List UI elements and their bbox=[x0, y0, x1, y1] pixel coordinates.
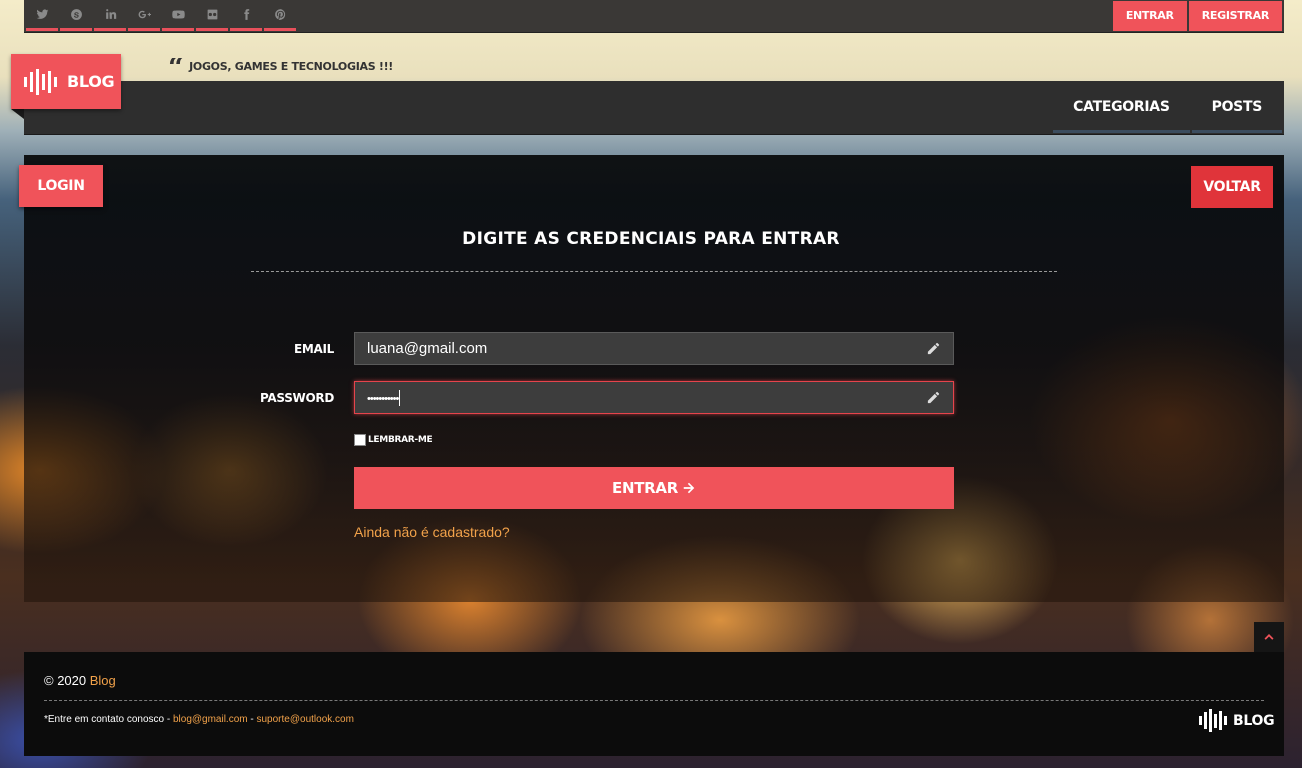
entrar-submit-button[interactable]: ENTRAR bbox=[354, 467, 954, 509]
email-label: EMAIL bbox=[293, 342, 334, 356]
contact-email-suporte[interactable]: suporte@outlook.com bbox=[257, 714, 354, 725]
email-field[interactable]: luana@gmail.com bbox=[354, 332, 954, 365]
flickr-icon[interactable] bbox=[196, 0, 228, 31]
pinterest-icon[interactable] bbox=[264, 0, 296, 31]
copyright-text: © 2020 bbox=[44, 673, 87, 688]
brand-logo[interactable]: BLOG bbox=[11, 54, 121, 109]
main-nav: CATEGORIAS POSTS bbox=[24, 81, 1284, 135]
login-panel bbox=[24, 155, 1284, 602]
soundwave-icon bbox=[24, 68, 57, 95]
footer-divider bbox=[44, 700, 1264, 701]
tagline: “ JOGOS, GAMES E TECNOLOGIAS !!! bbox=[168, 58, 393, 74]
facebook-icon[interactable] bbox=[230, 0, 262, 31]
entrar-top-button[interactable]: ENTRAR bbox=[1112, 1, 1187, 31]
submit-label: ENTRAR bbox=[612, 479, 678, 497]
contact-separator: - bbox=[250, 714, 254, 725]
linkedin-icon[interactable] bbox=[94, 0, 126, 31]
top-bar: ENTRAR REGISTRAR bbox=[24, 0, 1284, 33]
pencil-icon bbox=[926, 341, 941, 356]
logo-text: BLOG bbox=[67, 72, 115, 91]
chevron-up-icon bbox=[1264, 634, 1274, 640]
twitter-icon[interactable] bbox=[26, 0, 58, 31]
scroll-top-button[interactable] bbox=[1254, 622, 1284, 652]
copyright: © 2020 Blog bbox=[44, 673, 116, 688]
nav-posts[interactable]: POSTS bbox=[1191, 81, 1282, 133]
tagline-text: JOGOS, GAMES E TECNOLOGIAS !!! bbox=[189, 59, 394, 73]
nav-categorias[interactable]: CATEGORIAS bbox=[1053, 81, 1190, 133]
youtube-icon[interactable] bbox=[162, 0, 194, 31]
password-field[interactable]: ••••••••••• bbox=[354, 381, 954, 414]
password-label: PASSWORD bbox=[260, 391, 334, 405]
registrar-button[interactable]: REGISTRAR bbox=[1188, 1, 1282, 31]
remember-me[interactable]: LEMBRAR-ME bbox=[354, 434, 433, 446]
logo-fold bbox=[11, 109, 24, 119]
skype-icon[interactable] bbox=[60, 0, 92, 31]
voltar-button[interactable]: VOLTAR bbox=[1191, 166, 1273, 208]
remember-label: LEMBRAR-ME bbox=[368, 435, 433, 445]
email-value: luana@gmail.com bbox=[367, 340, 488, 357]
signup-link[interactable]: Ainda não é cadastrado? bbox=[354, 524, 510, 540]
remember-checkbox[interactable] bbox=[354, 434, 366, 446]
arrow-right-icon bbox=[683, 482, 695, 494]
contact-email-blog[interactable]: blog@gmail.com bbox=[173, 714, 248, 725]
contact-prefix: *Entre em contato conosco - bbox=[44, 714, 171, 725]
login-tag: LOGIN bbox=[19, 165, 103, 207]
footer: © 2020 Blog *Entre em contato conosco - … bbox=[24, 652, 1284, 756]
pencil-icon bbox=[926, 390, 941, 405]
google-plus-icon[interactable] bbox=[128, 0, 160, 31]
form-title: DIGITE AS CREDENCIAIS PARA ENTRAR bbox=[462, 229, 840, 249]
text-cursor bbox=[399, 390, 401, 407]
title-divider bbox=[251, 271, 1057, 272]
soundwave-icon bbox=[1199, 709, 1227, 732]
contact-info: *Entre em contato conosco - blog@gmail.c… bbox=[44, 714, 354, 725]
social-links bbox=[26, 0, 298, 31]
password-value: ••••••••••• bbox=[367, 392, 399, 405]
copyright-brand-link[interactable]: Blog bbox=[90, 673, 116, 688]
footer-logo[interactable]: BLOG bbox=[1199, 709, 1275, 732]
quote-icon: “ bbox=[168, 58, 184, 74]
footer-logo-text: BLOG bbox=[1233, 712, 1275, 729]
